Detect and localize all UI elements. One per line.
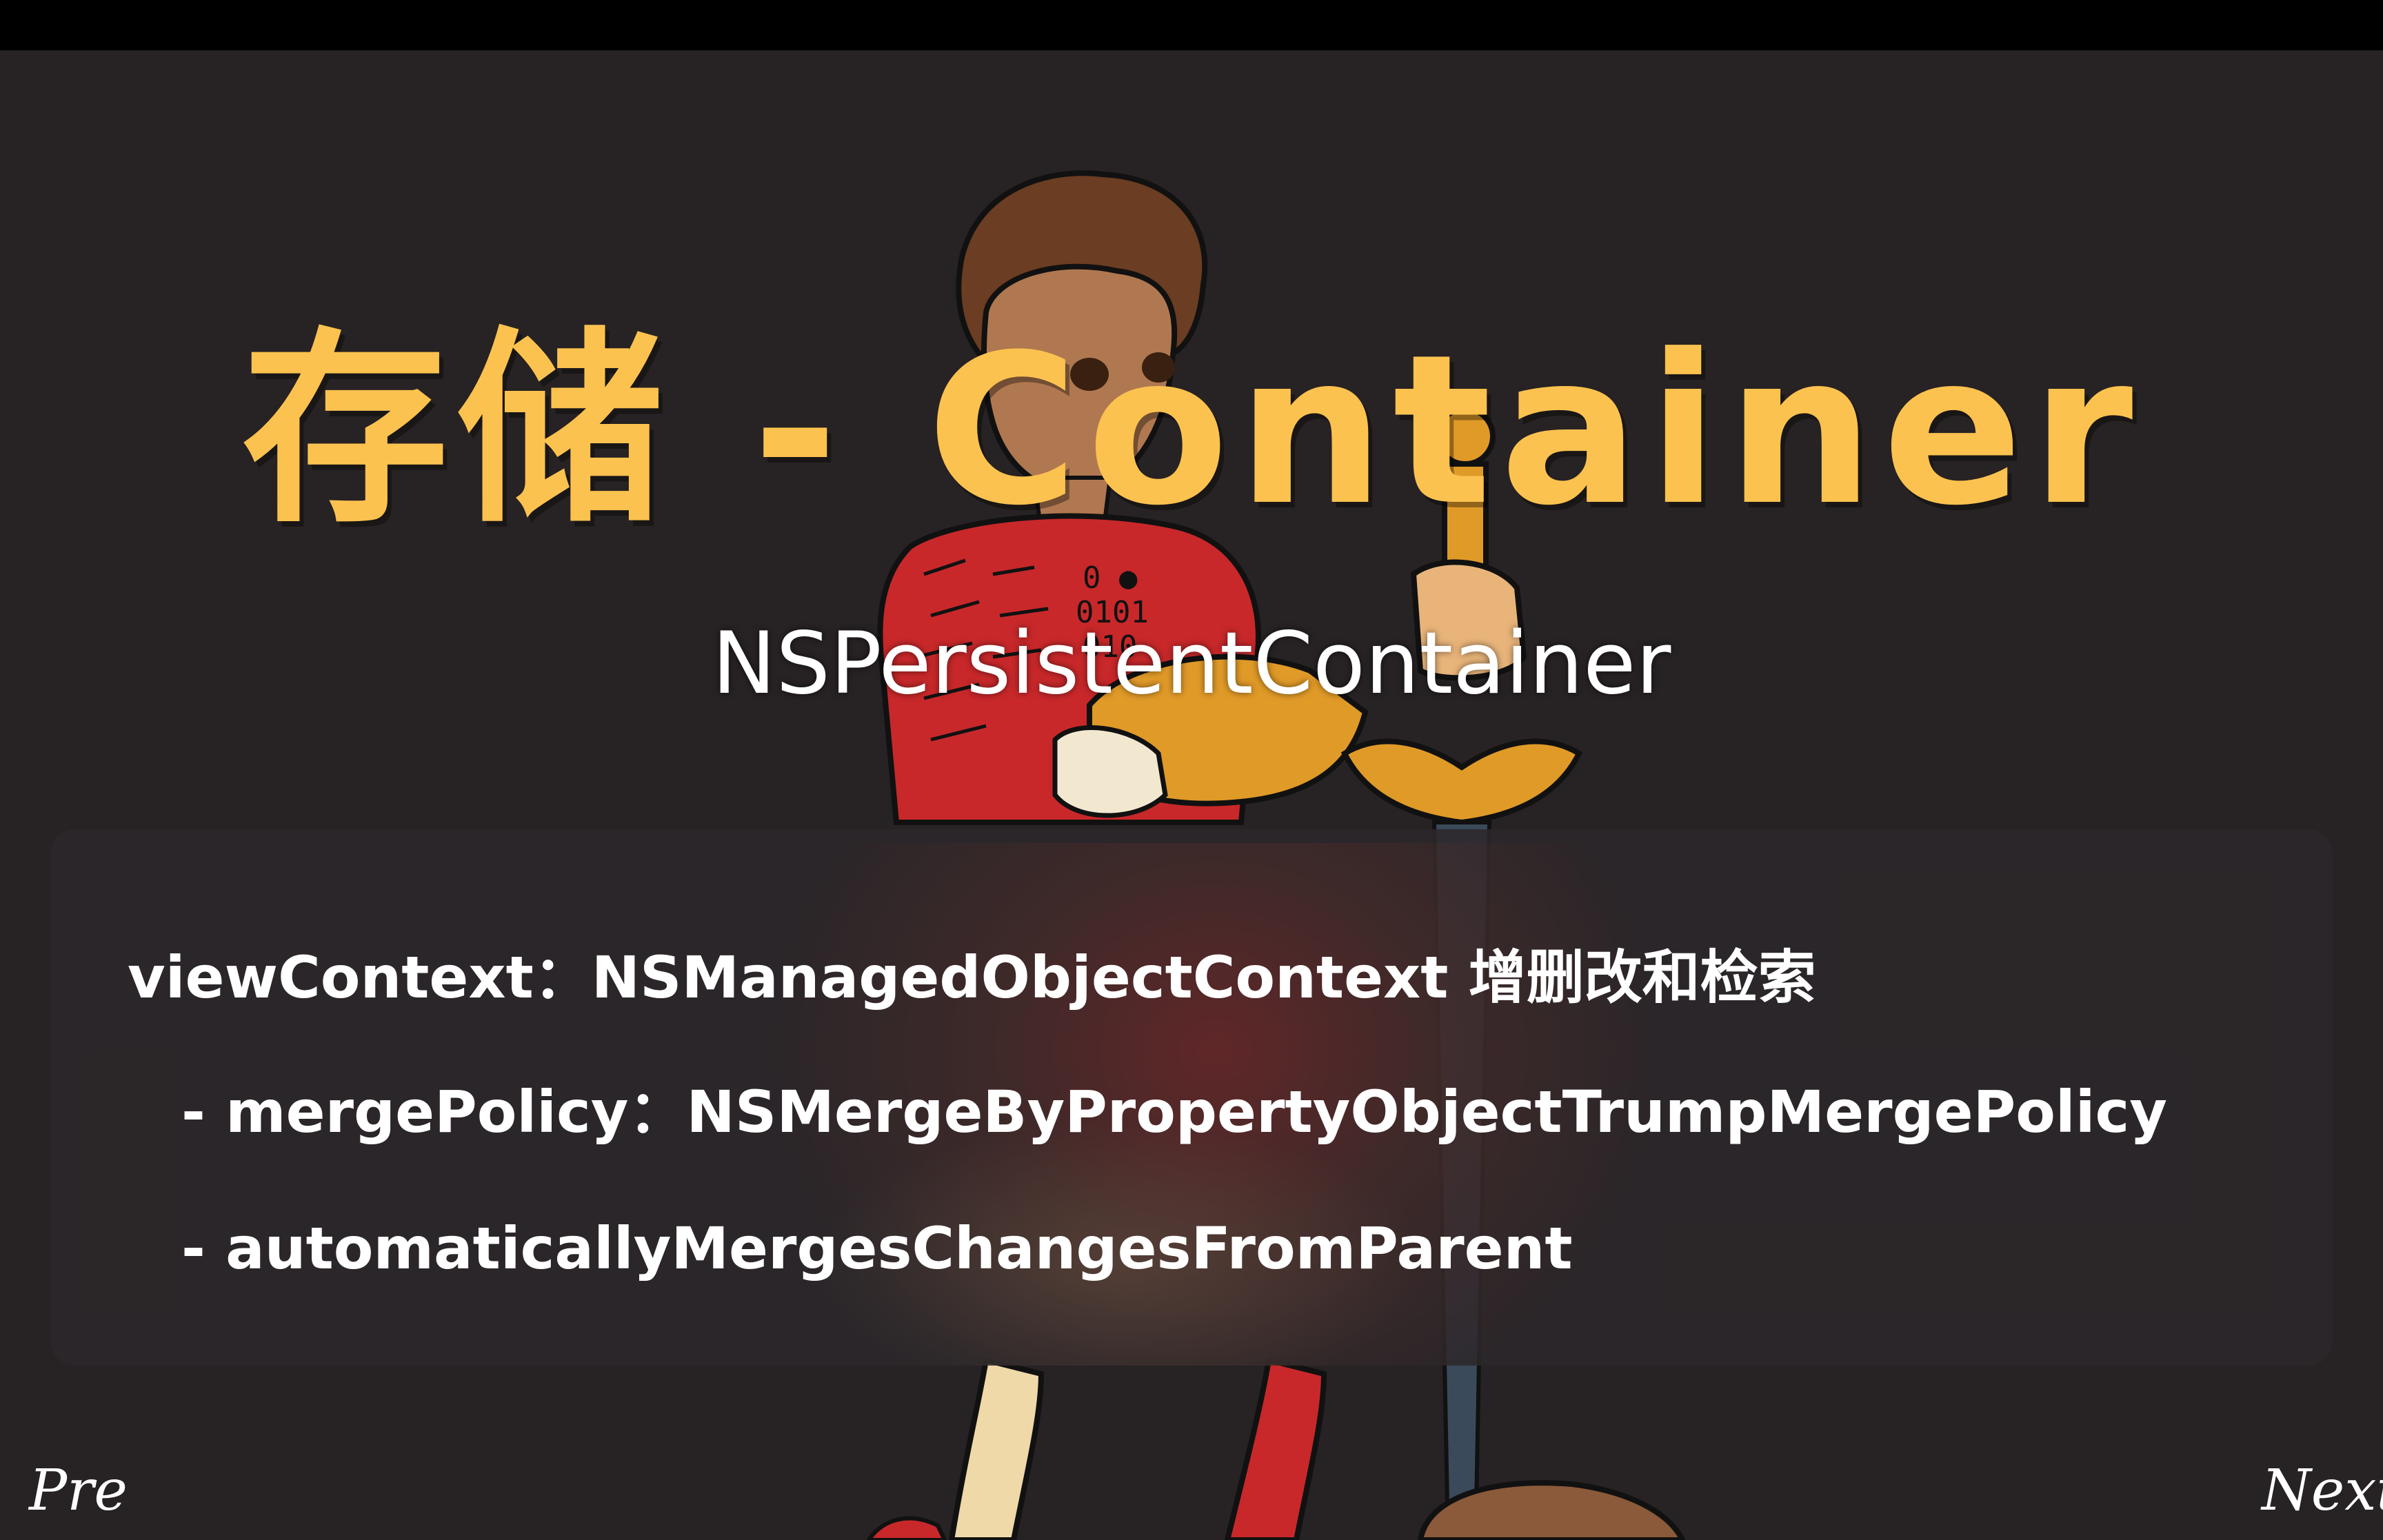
slide: 0 ● 0101 010 存储 - Container NSPersistent… [0,50,2383,1540]
top-bar [0,0,2383,50]
content-line-auto-merge: - automaticallyMergesChangesFromParent [181,1215,1573,1282]
prev-button[interactable]: Pre [29,1457,128,1526]
slide-title: 存储 - Container [241,310,2142,551]
content-line-view-context: viewContext：NSManagedObjectContext 增删改和检… [128,944,1816,1011]
svg-text:0 ●: 0 ● [1083,560,1138,596]
next-button[interactable]: Next [2262,1457,2383,1526]
content-line-merge-policy: - mergePolicy：NSMergeByPropertyObjectTru… [181,1078,2168,1146]
content-panel: viewContext：NSManagedObjectContext 增删改和检… [50,829,2333,1366]
slide-subtitle: NSPersistentContainer [712,614,1671,713]
